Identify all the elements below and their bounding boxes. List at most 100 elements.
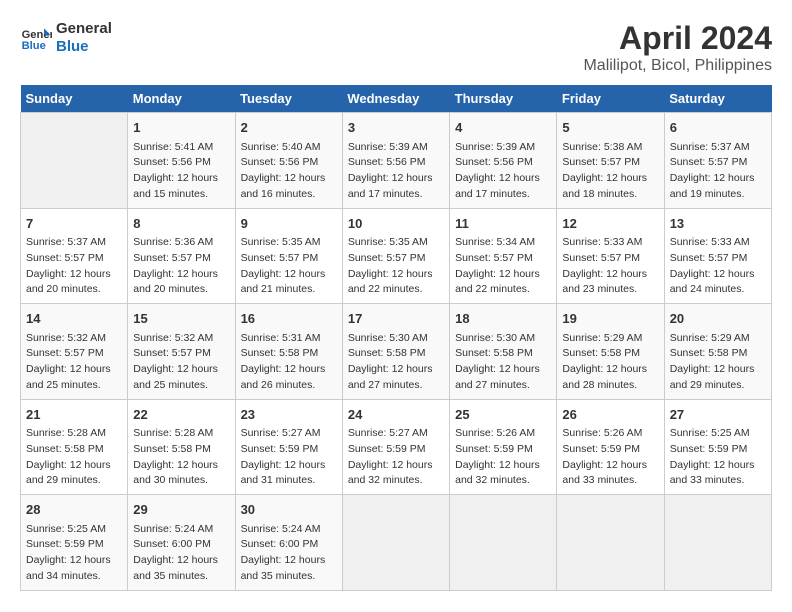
calendar-cell: 6Sunrise: 5:37 AM Sunset: 5:57 PM Daylig… — [664, 113, 771, 209]
calendar-cell: 20Sunrise: 5:29 AM Sunset: 5:58 PM Dayli… — [664, 304, 771, 400]
title-block: April 2024 Malilipot, Bicol, Philippines — [583, 20, 772, 75]
logo: General Blue General Blue — [20, 20, 112, 56]
col-header-monday: Monday — [128, 85, 235, 113]
cell-info: Sunrise: 5:35 AM Sunset: 5:57 PM Dayligh… — [348, 235, 444, 298]
date-number: 22 — [133, 405, 229, 425]
calendar-cell: 9Sunrise: 5:35 AM Sunset: 5:57 PM Daylig… — [235, 208, 342, 304]
col-header-wednesday: Wednesday — [342, 85, 449, 113]
cell-info: Sunrise: 5:39 AM Sunset: 5:56 PM Dayligh… — [455, 140, 551, 203]
svg-text:General: General — [22, 29, 52, 41]
date-number: 21 — [26, 405, 122, 425]
calendar-cell: 10Sunrise: 5:35 AM Sunset: 5:57 PM Dayli… — [342, 208, 449, 304]
cell-info: Sunrise: 5:35 AM Sunset: 5:57 PM Dayligh… — [241, 235, 337, 298]
main-title: April 2024 — [583, 20, 772, 57]
subtitle: Malilipot, Bicol, Philippines — [583, 57, 772, 75]
calendar-cell: 18Sunrise: 5:30 AM Sunset: 5:58 PM Dayli… — [450, 304, 557, 400]
calendar-cell: 1Sunrise: 5:41 AM Sunset: 5:56 PM Daylig… — [128, 113, 235, 209]
cell-info: Sunrise: 5:31 AM Sunset: 5:58 PM Dayligh… — [241, 331, 337, 394]
date-number: 15 — [133, 309, 229, 329]
calendar-cell: 24Sunrise: 5:27 AM Sunset: 5:59 PM Dayli… — [342, 399, 449, 495]
date-number: 5 — [562, 118, 658, 138]
cell-info: Sunrise: 5:33 AM Sunset: 5:57 PM Dayligh… — [562, 235, 658, 298]
cell-info: Sunrise: 5:28 AM Sunset: 5:58 PM Dayligh… — [133, 426, 229, 489]
calendar-cell: 30Sunrise: 5:24 AM Sunset: 6:00 PM Dayli… — [235, 495, 342, 591]
date-number: 8 — [133, 214, 229, 234]
cell-info: Sunrise: 5:30 AM Sunset: 5:58 PM Dayligh… — [455, 331, 551, 394]
calendar-cell — [450, 495, 557, 591]
calendar-cell: 16Sunrise: 5:31 AM Sunset: 5:58 PM Dayli… — [235, 304, 342, 400]
week-row-2: 7Sunrise: 5:37 AM Sunset: 5:57 PM Daylig… — [21, 208, 772, 304]
calendar-cell: 2Sunrise: 5:40 AM Sunset: 5:56 PM Daylig… — [235, 113, 342, 209]
logo-line2: Blue — [56, 38, 112, 56]
cell-info: Sunrise: 5:37 AM Sunset: 5:57 PM Dayligh… — [26, 235, 122, 298]
cell-info: Sunrise: 5:25 AM Sunset: 5:59 PM Dayligh… — [670, 426, 766, 489]
date-number: 23 — [241, 405, 337, 425]
cell-info: Sunrise: 5:27 AM Sunset: 5:59 PM Dayligh… — [241, 426, 337, 489]
calendar-cell — [21, 113, 128, 209]
cell-info: Sunrise: 5:36 AM Sunset: 5:57 PM Dayligh… — [133, 235, 229, 298]
col-header-saturday: Saturday — [664, 85, 771, 113]
calendar-cell: 28Sunrise: 5:25 AM Sunset: 5:59 PM Dayli… — [21, 495, 128, 591]
date-number: 30 — [241, 500, 337, 520]
col-header-thursday: Thursday — [450, 85, 557, 113]
calendar-cell: 12Sunrise: 5:33 AM Sunset: 5:57 PM Dayli… — [557, 208, 664, 304]
calendar-cell: 29Sunrise: 5:24 AM Sunset: 6:00 PM Dayli… — [128, 495, 235, 591]
cell-info: Sunrise: 5:29 AM Sunset: 5:58 PM Dayligh… — [670, 331, 766, 394]
date-number: 11 — [455, 214, 551, 234]
cell-info: Sunrise: 5:38 AM Sunset: 5:57 PM Dayligh… — [562, 140, 658, 203]
week-row-5: 28Sunrise: 5:25 AM Sunset: 5:59 PM Dayli… — [21, 495, 772, 591]
cell-info: Sunrise: 5:32 AM Sunset: 5:57 PM Dayligh… — [26, 331, 122, 394]
calendar-cell: 7Sunrise: 5:37 AM Sunset: 5:57 PM Daylig… — [21, 208, 128, 304]
calendar-cell: 13Sunrise: 5:33 AM Sunset: 5:57 PM Dayli… — [664, 208, 771, 304]
calendar-cell: 15Sunrise: 5:32 AM Sunset: 5:57 PM Dayli… — [128, 304, 235, 400]
date-number: 28 — [26, 500, 122, 520]
calendar-cell: 19Sunrise: 5:29 AM Sunset: 5:58 PM Dayli… — [557, 304, 664, 400]
cell-info: Sunrise: 5:25 AM Sunset: 5:59 PM Dayligh… — [26, 522, 122, 585]
calendar-cell: 17Sunrise: 5:30 AM Sunset: 5:58 PM Dayli… — [342, 304, 449, 400]
date-number: 14 — [26, 309, 122, 329]
cell-info: Sunrise: 5:33 AM Sunset: 5:57 PM Dayligh… — [670, 235, 766, 298]
calendar-cell: 22Sunrise: 5:28 AM Sunset: 5:58 PM Dayli… — [128, 399, 235, 495]
cell-info: Sunrise: 5:28 AM Sunset: 5:58 PM Dayligh… — [26, 426, 122, 489]
date-number: 6 — [670, 118, 766, 138]
date-number: 12 — [562, 214, 658, 234]
date-number: 24 — [348, 405, 444, 425]
date-number: 9 — [241, 214, 337, 234]
date-number: 19 — [562, 309, 658, 329]
week-row-4: 21Sunrise: 5:28 AM Sunset: 5:58 PM Dayli… — [21, 399, 772, 495]
col-header-tuesday: Tuesday — [235, 85, 342, 113]
date-number: 1 — [133, 118, 229, 138]
cell-info: Sunrise: 5:32 AM Sunset: 5:57 PM Dayligh… — [133, 331, 229, 394]
date-number: 4 — [455, 118, 551, 138]
date-number: 13 — [670, 214, 766, 234]
logo-icon: General Blue — [20, 22, 52, 54]
calendar-cell: 14Sunrise: 5:32 AM Sunset: 5:57 PM Dayli… — [21, 304, 128, 400]
page-header: General Blue General Blue April 2024 Mal… — [20, 20, 772, 75]
cell-info: Sunrise: 5:24 AM Sunset: 6:00 PM Dayligh… — [241, 522, 337, 585]
cell-info: Sunrise: 5:24 AM Sunset: 6:00 PM Dayligh… — [133, 522, 229, 585]
cell-info: Sunrise: 5:30 AM Sunset: 5:58 PM Dayligh… — [348, 331, 444, 394]
cell-info: Sunrise: 5:27 AM Sunset: 5:59 PM Dayligh… — [348, 426, 444, 489]
date-number: 25 — [455, 405, 551, 425]
date-number: 17 — [348, 309, 444, 329]
calendar-cell — [342, 495, 449, 591]
svg-text:Blue: Blue — [22, 40, 46, 52]
calendar-cell: 8Sunrise: 5:36 AM Sunset: 5:57 PM Daylig… — [128, 208, 235, 304]
cell-info: Sunrise: 5:37 AM Sunset: 5:57 PM Dayligh… — [670, 140, 766, 203]
calendar-cell: 5Sunrise: 5:38 AM Sunset: 5:57 PM Daylig… — [557, 113, 664, 209]
cell-info: Sunrise: 5:40 AM Sunset: 5:56 PM Dayligh… — [241, 140, 337, 203]
week-row-1: 1Sunrise: 5:41 AM Sunset: 5:56 PM Daylig… — [21, 113, 772, 209]
calendar-cell: 27Sunrise: 5:25 AM Sunset: 5:59 PM Dayli… — [664, 399, 771, 495]
header-row: SundayMondayTuesdayWednesdayThursdayFrid… — [21, 85, 772, 113]
cell-info: Sunrise: 5:34 AM Sunset: 5:57 PM Dayligh… — [455, 235, 551, 298]
calendar-cell: 26Sunrise: 5:26 AM Sunset: 5:59 PM Dayli… — [557, 399, 664, 495]
date-number: 7 — [26, 214, 122, 234]
week-row-3: 14Sunrise: 5:32 AM Sunset: 5:57 PM Dayli… — [21, 304, 772, 400]
calendar-cell: 4Sunrise: 5:39 AM Sunset: 5:56 PM Daylig… — [450, 113, 557, 209]
calendar-cell: 3Sunrise: 5:39 AM Sunset: 5:56 PM Daylig… — [342, 113, 449, 209]
cell-info: Sunrise: 5:39 AM Sunset: 5:56 PM Dayligh… — [348, 140, 444, 203]
date-number: 2 — [241, 118, 337, 138]
calendar-cell — [664, 495, 771, 591]
date-number: 29 — [133, 500, 229, 520]
date-number: 18 — [455, 309, 551, 329]
